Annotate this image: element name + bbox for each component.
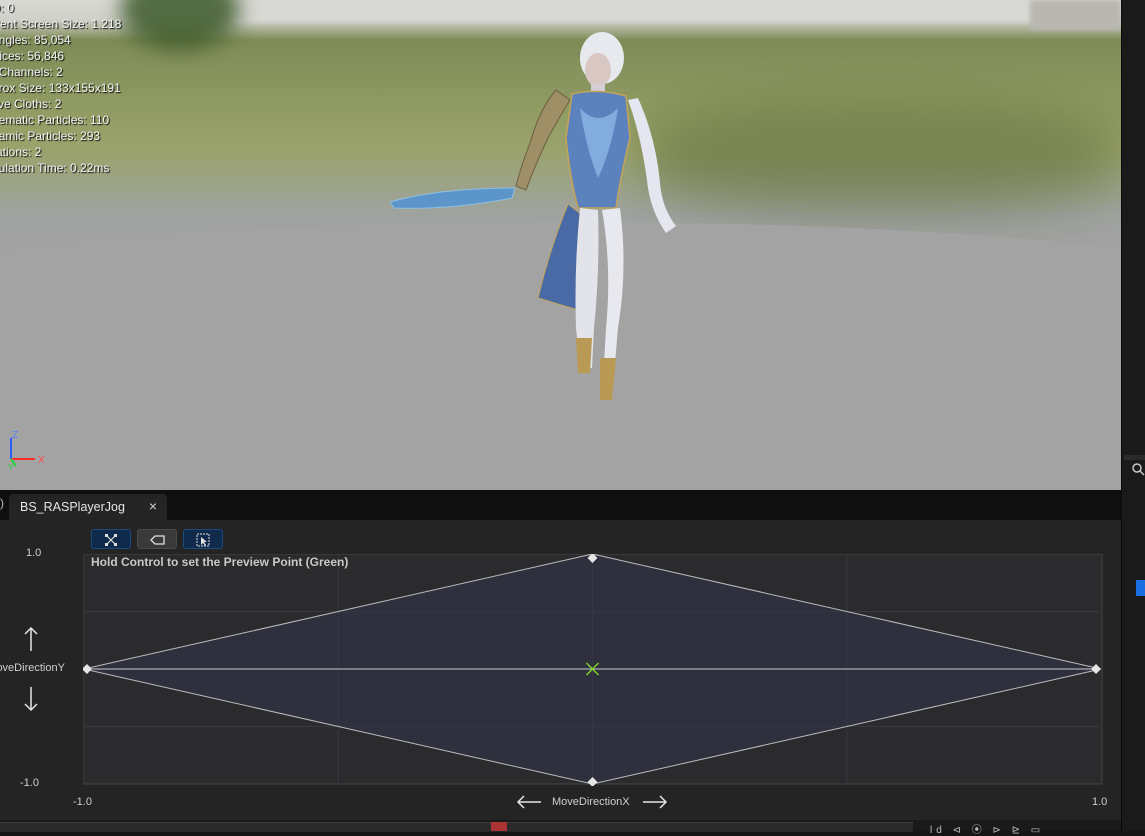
x-axis-label: MoveDirectionX bbox=[552, 796, 630, 808]
timeline-bar: ld ⊲ ⦿ ⊳ ⊵ ▭ bbox=[0, 820, 1121, 836]
x-axis-max: 1.0 bbox=[1092, 796, 1108, 808]
preview-viewport[interactable]: D: 0 rrent Screen Size: 1.218 angles: 85… bbox=[0, 0, 1121, 490]
armored-arm bbox=[515, 89, 571, 191]
axis-z-label: Z bbox=[12, 430, 18, 441]
sword bbox=[389, 187, 516, 209]
tag-icon bbox=[150, 535, 165, 545]
tab-bar: ) BS_RASPlayerJog × bbox=[0, 490, 1121, 520]
grid-snap-button[interactable] bbox=[91, 529, 131, 549]
select-cursor-icon bbox=[196, 533, 210, 547]
axis-x-label: X bbox=[38, 455, 45, 466]
y-axis-min: -1.0 bbox=[20, 777, 39, 789]
arrow-down-icon bbox=[24, 687, 38, 712]
background-tree-shadow bbox=[640, 100, 1120, 210]
stat-line: prox Size: 133x155x191 bbox=[0, 81, 121, 95]
right-boot bbox=[600, 358, 616, 400]
left-boot bbox=[576, 338, 592, 373]
x-axis-min: -1.0 bbox=[73, 796, 92, 808]
select-cursor-button[interactable] bbox=[183, 529, 223, 549]
panel-edge-bar bbox=[1124, 455, 1145, 460]
blendspace-editor: Hold Control to set the Preview Point (G… bbox=[0, 520, 1121, 820]
previous-tab-fragment[interactable]: ) bbox=[0, 496, 6, 514]
stat-line: rations: 2 bbox=[0, 145, 42, 159]
search-icon[interactable] bbox=[1131, 462, 1145, 476]
background-building bbox=[1030, 0, 1121, 30]
tab-blendspace[interactable]: BS_RASPlayerJog × bbox=[9, 494, 167, 520]
axis-gizmo: Z X Y bbox=[4, 428, 54, 472]
character-preview bbox=[389, 32, 676, 400]
stat-line: rtices: 56,846 bbox=[0, 49, 65, 63]
stat-line: nulation Time: 0.22ms bbox=[0, 161, 110, 175]
stat-line: D: 0 bbox=[0, 1, 15, 15]
blendspace-grid[interactable] bbox=[83, 554, 1103, 786]
playback-controls[interactable]: ld ⊲ ⦿ ⊳ ⊵ ▭ bbox=[930, 821, 1044, 836]
tab-label: BS_RASPlayerJog bbox=[20, 500, 125, 514]
preview-hint: Hold Control to set the Preview Point (G… bbox=[91, 555, 349, 569]
y-axis-max: 1.0 bbox=[26, 547, 42, 559]
face bbox=[585, 53, 611, 87]
details-panel-edge bbox=[1121, 0, 1145, 831]
stat-line: angles: 85,054 bbox=[0, 33, 71, 47]
stat-line: / Channels: 2 bbox=[0, 65, 63, 79]
arrow-up-icon bbox=[24, 626, 38, 651]
viewport-stats: D: 0 rrent Screen Size: 1.218 angles: 85… bbox=[0, 0, 121, 176]
arrow-right-icon bbox=[643, 795, 668, 809]
stat-line: namic Particles: 293 bbox=[0, 129, 101, 143]
close-icon[interactable]: × bbox=[146, 499, 160, 513]
grid-snap-icon bbox=[105, 534, 117, 546]
timeline-playhead[interactable] bbox=[491, 822, 507, 831]
y-axis-label: loveDirectionY bbox=[0, 662, 65, 674]
right-arm bbox=[628, 98, 676, 233]
stat-line: nematic Particles: 110 bbox=[0, 113, 110, 127]
selected-row-indicator bbox=[1136, 580, 1145, 596]
axis-y-label: Y bbox=[8, 463, 14, 472]
background-bush bbox=[120, 0, 240, 50]
stat-line: tive Cloths: 2 bbox=[0, 97, 62, 111]
tag-button[interactable] bbox=[137, 529, 177, 549]
stat-line: rrent Screen Size: 1.218 bbox=[0, 17, 122, 31]
background-road bbox=[230, 0, 1121, 22]
arrow-left-icon bbox=[516, 795, 541, 809]
